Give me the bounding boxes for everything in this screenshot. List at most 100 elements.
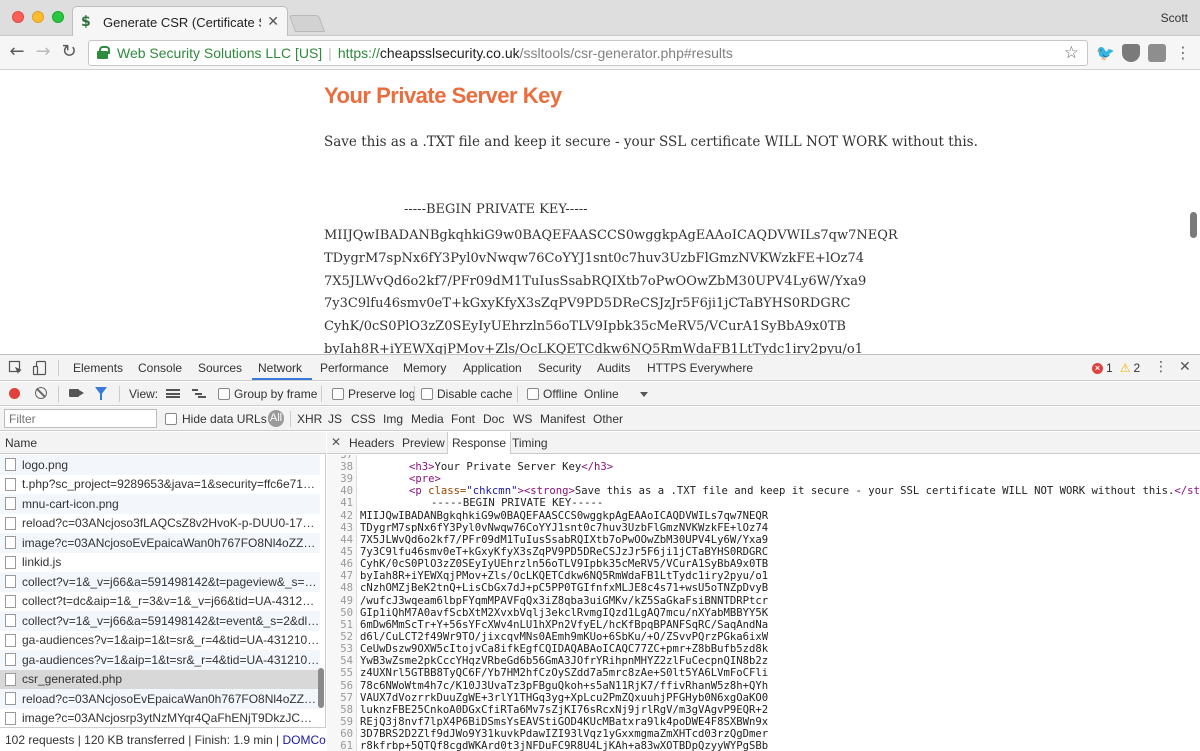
inspect-element-icon[interactable] bbox=[8, 360, 24, 376]
offline-checkbox[interactable] bbox=[527, 388, 539, 400]
group-by-frame-checkbox[interactable] bbox=[218, 388, 230, 400]
tab-headers[interactable]: Headers bbox=[349, 436, 394, 450]
filter-icon[interactable] bbox=[95, 387, 107, 400]
filter-img[interactable]: Img bbox=[383, 412, 403, 426]
tab-network[interactable]: Network bbox=[258, 361, 302, 375]
tab-console[interactable]: Console bbox=[138, 361, 182, 375]
minimize-window-button[interactable] bbox=[32, 11, 44, 23]
address-bar[interactable]: Web Security Solutions LLC [US] | https:… bbox=[88, 40, 1088, 66]
filter-doc[interactable]: Doc bbox=[483, 412, 504, 426]
devtools-menu-icon[interactable]: ⋮ bbox=[1154, 359, 1168, 375]
request-row[interactable]: collect?t=dc&aip=1&_r=3&v=1&_v=j66&tid=U… bbox=[0, 592, 320, 612]
request-row[interactable]: t.php?sc_project=9289653&java=1&security… bbox=[0, 475, 320, 495]
file-icon bbox=[5, 594, 16, 608]
code-line: 53 CeUwDszw9OXW5cItojvCa8ifkEgfCQIDAQABAo… bbox=[340, 643, 769, 656]
filter-input[interactable] bbox=[4, 409, 157, 428]
capture-screenshots-icon[interactable] bbox=[69, 389, 84, 397]
tab-performance[interactable]: Performance bbox=[320, 361, 389, 375]
ev-certificate-name[interactable]: Web Security Solutions LLC [US] bbox=[117, 45, 322, 61]
bookmark-star-icon[interactable]: ☆ bbox=[1064, 43, 1079, 63]
tab-response[interactable]: Response bbox=[447, 432, 512, 454]
warning-count: 2 bbox=[1133, 361, 1141, 375]
request-name: reload?c=03ANcjoso3fLAQCsZ8v2HvoK-p-DUU0… bbox=[22, 516, 320, 531]
request-row[interactable]: ga-audiences?v=1&aip=1&t=sr&_r=4&tid=UA-… bbox=[0, 631, 320, 651]
response-viewer[interactable]: 37 38 <h3>Your Private Server Key</h3> 39… bbox=[327, 455, 1200, 751]
tab-elements[interactable]: Elements bbox=[73, 361, 123, 375]
request-row[interactable]: logo.png bbox=[0, 455, 320, 475]
filter-js[interactable]: JS bbox=[328, 412, 342, 426]
overview-icon[interactable] bbox=[192, 389, 206, 398]
profile-name[interactable]: Scott bbox=[1161, 11, 1188, 25]
filter-manifest[interactable]: Manifest bbox=[540, 412, 585, 426]
clear-icon[interactable] bbox=[35, 387, 47, 399]
console-counts[interactable]: × 1 ⚠ 2 bbox=[1092, 361, 1140, 375]
request-row-selected[interactable]: csr_generated.php bbox=[0, 669, 320, 689]
tab-timing[interactable]: Timing bbox=[512, 436, 548, 450]
shield-extension-icon[interactable] bbox=[1122, 44, 1140, 62]
filter-css[interactable]: CSS bbox=[351, 412, 376, 426]
toolbar-divider bbox=[321, 386, 322, 402]
request-row[interactable]: reload?c=03ANcjoso3fLAQCsZ8v2HvoK-p-DUU0… bbox=[0, 514, 320, 534]
new-tab-button[interactable] bbox=[288, 15, 326, 32]
close-tab-icon[interactable]: ✕ bbox=[267, 14, 279, 30]
zoom-window-button[interactable] bbox=[52, 11, 64, 23]
throttling-select[interactable]: Online bbox=[584, 387, 619, 401]
hide-data-urls-checkbox[interactable] bbox=[165, 413, 177, 425]
filter-ws[interactable]: WS bbox=[513, 412, 532, 426]
page-intro: Save this as a .TXT file and keep it sec… bbox=[324, 134, 978, 150]
code-line: 52 d6l/CuLCT2f49Wr9TO/jixcqvMNs0AEmh9mKUo… bbox=[340, 630, 769, 643]
tab-preview[interactable]: Preview bbox=[402, 436, 445, 450]
private-key-line: TDygrM7spNx6fY3Pyl0vNwqw76CoYYJ1snt0c7hu… bbox=[324, 250, 864, 266]
request-row[interactable]: image?c=03ANcjosoEvEpaicaWan0h767FO8Nl4o… bbox=[0, 533, 320, 553]
chevron-down-icon[interactable] bbox=[640, 392, 648, 397]
window-titlebar: $ Generate CSR (Certificate Sign ✕ Scott bbox=[0, 0, 1200, 37]
filter-other[interactable]: Other bbox=[593, 412, 623, 426]
reload-icon[interactable]: ↻ bbox=[58, 41, 80, 63]
window-controls bbox=[12, 11, 64, 23]
back-arrow-icon[interactable]: ← bbox=[6, 41, 28, 63]
tab-audits[interactable]: Audits bbox=[597, 361, 630, 375]
browser-tab[interactable]: $ Generate CSR (Certificate Sign ✕ bbox=[72, 6, 288, 37]
forward-arrow-icon[interactable]: → bbox=[32, 41, 54, 63]
request-row[interactable]: reload?c=03ANcjosoEvEpaicaWan0h767FO8Nl4… bbox=[0, 689, 320, 709]
request-row[interactable]: mnu-cart-icon.png bbox=[0, 494, 320, 514]
filter-media[interactable]: Media bbox=[411, 412, 444, 426]
file-icon bbox=[5, 633, 16, 647]
extension-box-icon[interactable] bbox=[1148, 44, 1166, 62]
close-window-button[interactable] bbox=[12, 11, 24, 23]
preserve-log-checkbox[interactable] bbox=[332, 388, 344, 400]
tab-application[interactable]: Application bbox=[463, 361, 522, 375]
code-line: 51 6mDw6MmScTr+Y+56sYFcXWv4nLU1hXPn2VfyEL… bbox=[340, 618, 769, 631]
domcontentloaded-link[interactable]: DOMCon... bbox=[283, 733, 327, 747]
request-row[interactable]: linkid.js bbox=[0, 553, 320, 573]
close-detail-icon[interactable]: ✕ bbox=[331, 435, 341, 449]
tab-memory[interactable]: Memory bbox=[403, 361, 446, 375]
device-toolbar-icon[interactable] bbox=[32, 360, 48, 376]
request-row[interactable]: image?c=03ANcjosrp3ytNzMYqr4QaFhENjT9Dkz… bbox=[0, 709, 320, 728]
tab-security[interactable]: Security bbox=[538, 361, 581, 375]
file-icon bbox=[5, 477, 16, 491]
page-scrollbar-thumb[interactable] bbox=[1190, 212, 1197, 238]
large-rows-icon[interactable] bbox=[166, 389, 180, 398]
error-icon: × bbox=[1092, 362, 1103, 374]
code-line: 39 <pre> bbox=[340, 473, 441, 486]
disable-cache-checkbox[interactable] bbox=[421, 388, 433, 400]
toolbar-divider bbox=[517, 386, 518, 402]
filter-font[interactable]: Font bbox=[451, 412, 475, 426]
toolbar-divider bbox=[290, 411, 291, 427]
filter-xhr[interactable]: XHR bbox=[297, 412, 322, 426]
browser-menu-icon[interactable]: ⋮ bbox=[1174, 44, 1192, 62]
request-row[interactable]: ga-audiences?v=1&aip=1&t=sr&_r=4&tid=UA-… bbox=[0, 650, 320, 670]
private-key-line: CyhK/0cS0PlO3zZ0SEyIyUEhrzln56oTLV9Ipbk3… bbox=[324, 319, 846, 335]
devtools-close-icon[interactable]: ✕ bbox=[1179, 359, 1191, 375]
twitter-extension-icon[interactable]: 🐦 bbox=[1096, 44, 1115, 62]
request-list-scrollbar[interactable] bbox=[318, 668, 324, 708]
code-line: 54 YwB3wZsme2pkCccYHqzVRbeGd6b56GmA3JOfrY… bbox=[340, 655, 769, 668]
tab-https-everywhere[interactable]: HTTPS Everywhere bbox=[647, 361, 753, 375]
filter-all-button[interactable]: All bbox=[268, 410, 284, 427]
tab-sources[interactable]: Sources bbox=[198, 361, 242, 375]
record-button[interactable] bbox=[9, 388, 20, 399]
request-row[interactable]: collect?v=1&_v=j66&a=591498142&t=event&_… bbox=[0, 611, 320, 631]
name-column-header[interactable]: Name bbox=[0, 432, 326, 454]
request-row[interactable]: collect?v=1&_v=j66&a=591498142&t=pagevie… bbox=[0, 572, 320, 592]
